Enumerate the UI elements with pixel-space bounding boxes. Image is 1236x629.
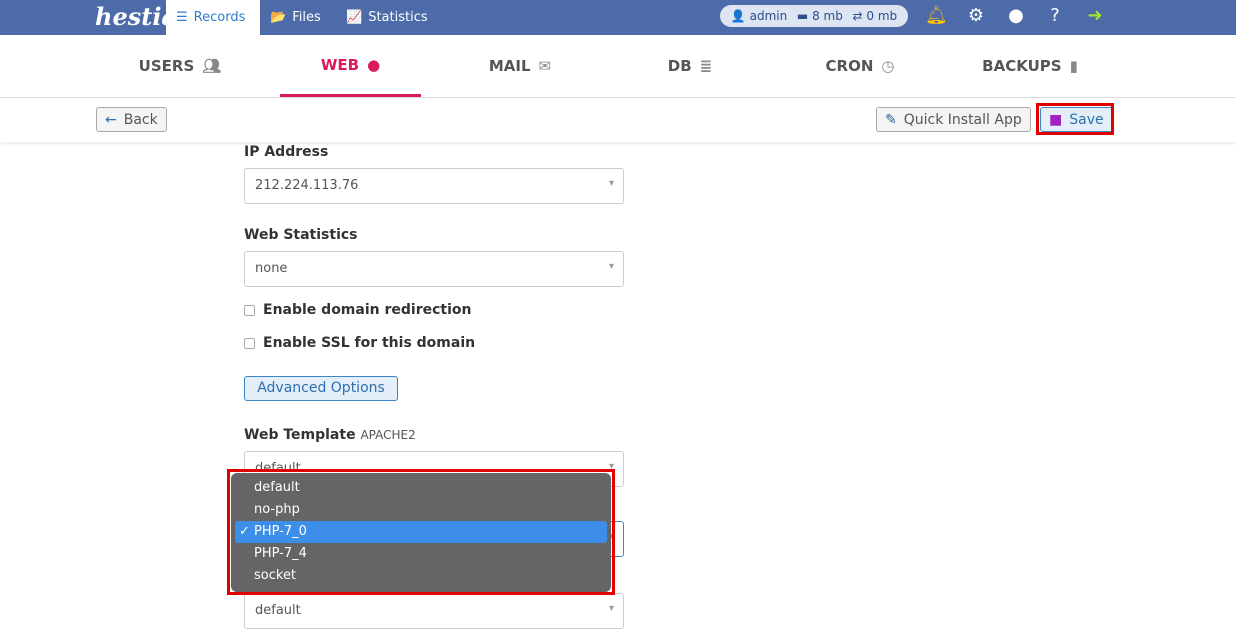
arrow-left-icon: ←	[105, 111, 117, 128]
template-label: Web Template APACHE2	[244, 427, 416, 443]
stats-select[interactable]: none	[244, 251, 624, 287]
disk-info: ▬ 8 mb	[796, 9, 843, 23]
user-summary[interactable]: 👤 admin ▬ 8 mb ⇄ 0 mb	[720, 5, 908, 27]
hdd-icon: ▬	[796, 9, 809, 23]
proxy-template-select[interactable]: default	[244, 593, 624, 629]
checkbox[interactable]	[244, 304, 255, 316]
globe-icon: ●	[367, 55, 381, 74]
section-tabs: USERS 👥︎ WEB ● MAIL ✉ DB ≣ CRON ◷ BACKUPS ▮	[0, 35, 1236, 98]
dropdown-menu: default no-php ✓ PHP-7_0 PHP-7_4 socket	[231, 473, 611, 592]
checkmark-icon: ✓	[239, 524, 250, 539]
option-default[interactable]: default	[235, 477, 607, 499]
save-button[interactable]: ■ Save	[1040, 107, 1113, 132]
logout-icon[interactable]: ➜	[1084, 5, 1106, 26]
user-circle-icon[interactable]: ●	[1005, 5, 1027, 26]
chart-line-icon: 📈	[346, 10, 363, 25]
tab-backups[interactable]: BACKUPS ▮	[960, 35, 1100, 97]
tab-web[interactable]: WEB ●	[280, 35, 421, 97]
users-icon: 👥︎	[202, 57, 222, 75]
nav-records[interactable]: ☰ Records	[166, 0, 260, 35]
bell-icon[interactable]: 🔔︎	[925, 5, 948, 26]
checkbox[interactable]	[244, 337, 255, 349]
list-check-icon: ☰	[176, 10, 188, 25]
exchange-icon: ⇄	[852, 9, 863, 23]
help-icon[interactable]: ?	[1044, 5, 1066, 26]
option-php-7-0[interactable]: ✓ PHP-7_0	[235, 521, 607, 543]
ip-label: IP Address	[244, 144, 329, 160]
nav-statistics[interactable]: 📈 Statistics	[336, 0, 438, 35]
option-socket[interactable]: socket	[235, 565, 607, 587]
mail-bulk-icon: ✉	[538, 57, 552, 75]
gear-icon[interactable]: ⚙	[965, 5, 987, 26]
option-no-php[interactable]: no-php	[235, 499, 607, 521]
clock-icon: ◷	[881, 57, 895, 75]
top-bar: hestia ☰ Records 📂 Files 📈 Statistics 👤 adm…	[0, 0, 1236, 35]
ip-select[interactable]: 212.224.113.76	[244, 168, 624, 204]
magic-wand-icon: ✎	[885, 111, 897, 128]
database-icon: ≣	[699, 57, 713, 75]
user-info: 👤 admin	[730, 9, 788, 23]
bandwidth-info: ⇄ 0 mb	[852, 9, 898, 23]
toolbar: ← Back ✎ Quick Install App ■ Save	[0, 98, 1236, 142]
tab-db[interactable]: DB ≣	[630, 35, 750, 97]
tab-mail[interactable]: MAIL ✉	[460, 35, 580, 97]
advanced-options-button[interactable]: Advanced Options	[244, 376, 398, 401]
save-icon: ■	[1049, 111, 1063, 128]
option-php-7-4[interactable]: PHP-7_4	[235, 543, 607, 565]
stats-label: Web Statistics	[244, 227, 358, 243]
quick-install-button[interactable]: ✎ Quick Install App	[876, 107, 1031, 132]
user-icon: 👤	[730, 9, 746, 23]
folder-open-icon: 📂	[270, 10, 287, 25]
tab-cron[interactable]: CRON ◷	[800, 35, 920, 97]
redirect-checkbox[interactable]: Enable domain redirection	[244, 302, 471, 318]
ssl-checkbox[interactable]: Enable SSL for this domain	[244, 335, 475, 351]
hestia-logo[interactable]: hestia	[95, 2, 177, 31]
back-button[interactable]: ← Back	[96, 107, 167, 132]
nav-files[interactable]: 📂 Files	[260, 0, 331, 35]
file-archive-icon: ▮	[1069, 57, 1078, 75]
tab-users[interactable]: USERS 👥︎	[120, 35, 240, 97]
